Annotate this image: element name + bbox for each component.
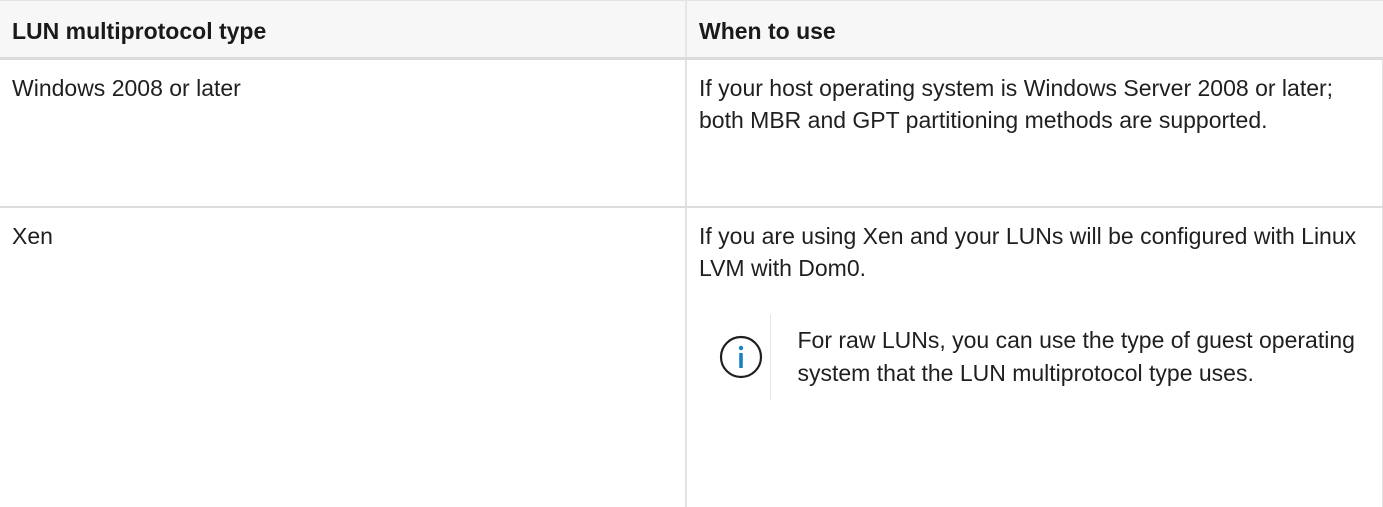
header-lun-type: LUN multiprotocol type	[0, 0, 687, 60]
note-text: For raw LUNs, you can use the type of gu…	[797, 326, 1355, 386]
table-header-row: LUN multiprotocol type When to use	[0, 0, 1383, 60]
note-icon-container	[711, 313, 772, 400]
info-note: For raw LUNs, you can use the type of gu…	[711, 313, 1370, 400]
cell-when-to-use: If you are using Xen and your LUNs will …	[686, 206, 1383, 507]
cell-lun-type: Xen	[0, 206, 687, 507]
info-icon	[719, 335, 762, 378]
cell-when-to-use: If your host operating system is Windows…	[686, 58, 1383, 208]
header-when-to-use: When to use	[686, 0, 1383, 60]
cell-lun-type: Windows 2008 or later	[0, 58, 687, 208]
lun-type-table: LUN multiprotocol type When to use Windo…	[0, 0, 1383, 507]
cell-when-text: If you are using Xen and your LUNs will …	[699, 222, 1357, 281]
table-row: Xen If you are using Xen and your LUNs w…	[0, 206, 1383, 507]
table-row: Windows 2008 or later If your host opera…	[0, 58, 1383, 208]
